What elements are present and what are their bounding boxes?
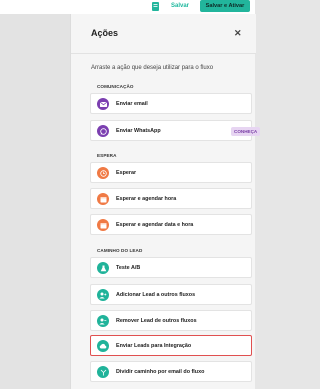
remove-user-icon [97,315,109,327]
action-label: Enviar Leads para Integração [116,343,192,349]
action-enviar-email[interactable]: Enviar email [90,93,252,114]
action-label: Teste A/B [116,265,141,271]
add-user-icon [97,289,109,301]
action-enviar-whatsapp[interactable]: Enviar WhatsApp CONHEÇA [90,120,261,141]
canvas-backdrop [0,14,70,389]
action-enviar-leads-integracao[interactable]: Enviar Leads para Integração [90,335,252,356]
action-label: Esperar e agendar hora [116,196,177,202]
action-esperar-agendar-hora[interactable]: Esperar e agendar hora [90,188,252,209]
action-label: Adicionar Lead a outros fluxos [116,292,196,298]
action-teste-ab[interactable]: Teste A/B [90,257,252,278]
save-and-activate-button[interactable]: Salvar e Ativar [200,0,250,12]
action-remover-lead[interactable]: Remover Lead de outros fluxos [90,310,252,331]
section-label-caminho-do-lead: CAMINHO DO LEAD [97,248,143,253]
action-dividir-caminho[interactable]: Dividir caminho por email do fluxo [90,361,252,382]
panel-title: Ações [91,28,119,38]
section-label-comunicacao: COMUNICAÇÃO [97,84,134,89]
flask-icon [97,262,109,274]
cloud-icon [97,340,109,352]
split-icon [97,366,109,378]
email-icon [97,98,109,110]
action-label: Dividir caminho por email do fluxo [116,369,205,375]
clock-icon [97,167,109,179]
top-bar: Salvar Salvar e Ativar [0,0,255,14]
document-icon[interactable] [152,2,159,11]
conheca-badge[interactable]: CONHEÇA [231,127,261,136]
panel-header: Ações ✕ [71,14,256,54]
panel-description: Arraste a ação que deseja utilizar para … [91,65,214,71]
calendar-icon [97,219,109,231]
action-label: Esperar e agendar data e hora [116,222,194,228]
calendar-icon [97,193,109,205]
action-esperar-agendar-data-hora[interactable]: Esperar e agendar data e hora [90,214,252,235]
action-label: Enviar WhatsApp [116,128,161,134]
action-esperar[interactable]: Esperar [90,162,252,183]
action-adicionar-lead[interactable]: Adicionar Lead a outros fluxos [90,284,252,305]
save-button[interactable]: Salvar [171,3,189,9]
action-label: Enviar email [116,101,148,107]
close-icon[interactable]: ✕ [234,28,242,39]
actions-panel: Ações ✕ Arraste a ação que deseja utiliz… [70,14,261,389]
action-label: Remover Lead de outros fluxos [116,318,197,324]
whatsapp-icon [97,125,109,137]
action-label: Esperar [116,170,137,176]
section-label-espera: ESPERA [97,153,117,158]
